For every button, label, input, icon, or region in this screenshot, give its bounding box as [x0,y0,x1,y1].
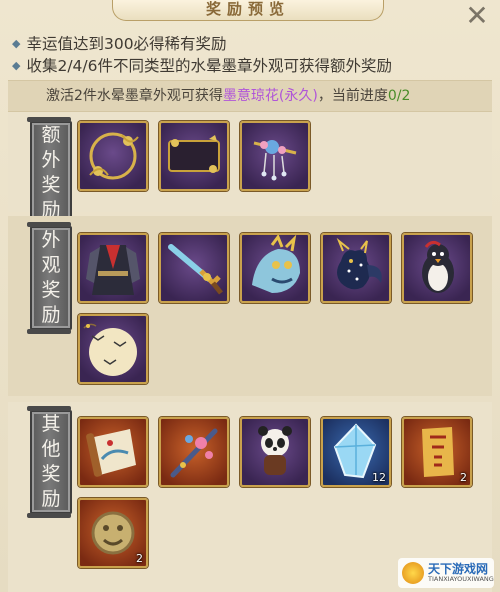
moon-and-birds-background-icon[interactable] [78,314,148,384]
panda-companion-icon[interactable] [240,417,310,487]
painting-scroll-icon[interactable] [78,417,148,487]
rule-text-1: 幸运值达到300必得稀有奖励 [26,35,227,53]
gold-floral-wreath-frame-icon[interactable] [78,121,148,191]
ornate-sword-weapon-icon[interactable] [159,233,229,303]
blue-gold-qilin-mount-icon[interactable] [240,233,310,303]
progress-middle: ，当前进度 [317,88,388,104]
progress-current: 0 [387,88,397,104]
ornate-gold-nameplate-frame-icon[interactable] [159,121,229,191]
jeweled-hairpin-icon[interactable] [240,121,310,191]
diamond-bullet-icon: ◆ [12,59,21,72]
appearance-rewards-section: 外观奖励 [8,216,492,396]
flower-sword-icon[interactable] [159,417,229,487]
progress-text: 激活2件水晕墨章外观可获得墨意琼花(永久)，当前进度0/2 [46,81,410,111]
progress-reward-name[interactable]: 墨意琼花(永久) [223,88,318,104]
reward-preview-panel: 奖励预览 ✕ ◆ 幸运值达到300必得稀有奖励 ◆ 收集2/4/6件不同类型的水晕墨… [0,0,500,592]
watermark-url: TIANXIAYOUXIWANG [428,575,494,583]
blue-crystal-icon[interactable]: 12 [321,417,391,487]
starry-spirit-fox-pet-icon[interactable] [321,233,391,303]
item-count: 12 [372,471,386,484]
gold-beast-token-icon[interactable]: 2 [78,498,148,568]
collection-progress-bar: 激活2件水晕墨章外观可获得墨意琼花(永久)，当前进度0/2 [8,80,492,112]
item-count: 2 [460,471,467,484]
rule-line-2: ◆ 收集2/4/6件不同类型的水晕墨章外观可获得额外奖励 [12,56,392,76]
appearance-rewards-label: 外观奖励 [27,222,72,334]
progress-prefix: 激活2件水晕墨章外观可获得 [46,88,223,104]
golden-talisman-scroll-icon[interactable]: 2 [402,417,472,487]
extra-rewards-label: 额外奖励 [27,117,72,229]
diamond-bullet-icon: ◆ [12,37,21,50]
extra-rewards-section: 额外奖励 [8,112,492,229]
penguin-pet-icon[interactable] [402,233,472,303]
rule-line-1: ◆ 幸运值达到300必得稀有奖励 [12,34,227,54]
close-icon[interactable]: ✕ [462,2,492,32]
item-count: 2 [136,552,143,565]
panel-title: 奖励预览 [112,0,384,21]
dark-robe-costume-icon[interactable] [78,233,148,303]
site-logo-icon [402,562,424,584]
progress-target: 2 [401,88,411,104]
other-rewards-label: 其他奖励 [27,406,72,518]
rule-text-2: 收集2/4/6件不同类型的水晕墨章外观可获得额外奖励 [26,57,392,75]
site-watermark: 天下游戏网 TIANXIAYOUXIWANG [398,558,494,588]
